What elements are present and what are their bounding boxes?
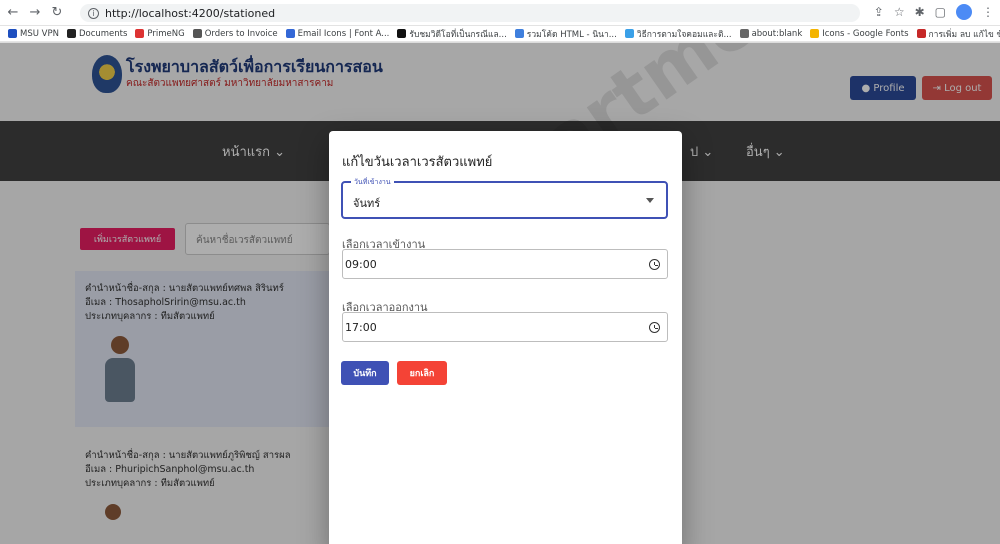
bookmark-item[interactable]: Icons - Google Fonts — [810, 28, 909, 39]
dialog-title: แก้ไขวันเวลาเวรสัตวแพทย์ — [342, 155, 493, 170]
bookmark-favicon-icon — [916, 29, 926, 38]
address-bar[interactable]: i http://localhost:4200/stationed — [80, 4, 860, 22]
menu-icon[interactable]: ⋮ — [982, 5, 994, 19]
edit-shift-dialog: แก้ไขวันเวลาเวรสัตวแพทย์ วันที่เข้างาน จ… — [329, 131, 682, 544]
bookmark-item[interactable]: PrimeNG — [135, 28, 185, 39]
day-select-label: วันที่เข้างาน — [351, 177, 394, 188]
bookmark-label: วิธีการตามใจคอมและติ... — [636, 29, 732, 40]
save-button[interactable]: บันทึก — [341, 361, 389, 385]
browser-actions: ⇪ ☆ ✱ ▢ ⋮ — [874, 4, 994, 20]
profile-avatar-icon[interactable] — [956, 4, 972, 20]
address-text: http://localhost:4200/stationed — [105, 6, 276, 20]
bookmark-favicon-icon — [66, 29, 76, 38]
bookmark-item[interactable]: about:blank — [739, 28, 803, 39]
star-icon[interactable]: ☆ — [894, 5, 905, 19]
bookmark-favicon-icon — [285, 29, 295, 38]
bookmark-favicon-icon — [810, 29, 820, 38]
end-time-value: 17:00 — [345, 321, 377, 334]
bookmark-label: รวมโค้ด HTML - นินา... — [526, 29, 617, 40]
chevron-down-icon — [646, 198, 654, 203]
start-time-value: 09:00 — [345, 258, 377, 271]
bookmark-label: Orders to Invoice — [204, 28, 278, 39]
bookmark-label: Email Icons | Font A... — [297, 28, 390, 39]
bookmark-item[interactable]: วิธีการตามใจคอมและติ... — [624, 27, 732, 41]
bookmark-favicon-icon — [624, 29, 634, 38]
bookmark-label: การเพิ่ม ลบ แก้ไข ข้อมู... — [928, 29, 1000, 40]
start-time-input[interactable]: 09:00 — [342, 249, 668, 279]
sidepanel-icon[interactable]: ▢ — [935, 5, 946, 19]
bookmark-item[interactable]: Documents — [66, 28, 128, 39]
day-select-value: จันทร์ — [353, 197, 381, 210]
share-icon[interactable]: ⇪ — [874, 5, 884, 19]
bookmark-label: Icons - Google Fonts — [822, 28, 909, 39]
bookmark-item[interactable]: MSU VPN — [8, 29, 59, 39]
forward-icon[interactable]: → — [26, 4, 44, 22]
bookmark-favicon-icon — [739, 29, 749, 38]
clock-icon[interactable] — [649, 259, 660, 270]
reload-icon[interactable]: ↻ — [48, 4, 66, 22]
bookmark-favicon-icon — [8, 29, 17, 38]
bookmark-item[interactable]: Orders to Invoice — [192, 28, 278, 39]
bookmark-item[interactable]: Email Icons | Font A... — [285, 28, 390, 39]
extensions-icon[interactable]: ✱ — [915, 5, 925, 19]
bookmark-favicon-icon — [514, 29, 524, 38]
bookmark-label: MSU VPN — [20, 28, 59, 39]
bookmark-item[interactable]: รวมโค้ด HTML - นินา... — [514, 27, 617, 41]
bookmark-label: Documents — [78, 28, 128, 39]
site-info-icon[interactable]: i — [88, 7, 99, 19]
end-time-input[interactable]: 17:00 — [342, 312, 668, 342]
bookmark-favicon-icon — [135, 29, 145, 38]
bookmark-label: รับชมวิดีโอที่เป็นกรณีแล... — [409, 29, 507, 40]
back-icon[interactable]: ← — [4, 4, 22, 22]
browser-toolbar: ← → ↻ i http://localhost:4200/stationed … — [0, 0, 1000, 26]
bookmark-item[interactable]: รับชมวิดีโอที่เป็นกรณีแล... — [397, 27, 507, 41]
day-select[interactable]: วันที่เข้างาน จันทร์ — [341, 177, 668, 219]
page: โรงพยาบาลสัตว์เพื่อการเรียนการสอน คณะสัต… — [0, 43, 1000, 544]
cancel-button[interactable]: ยกเลิก — [397, 361, 447, 385]
bookmark-label: PrimeNG — [147, 28, 185, 39]
bookmark-label: about:blank — [751, 28, 803, 39]
bookmarks-bar: MSU VPN Documents PrimeNG Orders to Invoice… — [0, 26, 1000, 42]
bookmark-favicon-icon — [192, 29, 202, 38]
bookmark-item[interactable]: การเพิ่ม ลบ แก้ไข ข้อมู... — [916, 27, 1000, 41]
bookmark-favicon-icon — [397, 29, 407, 38]
clock-icon[interactable] — [649, 322, 660, 333]
